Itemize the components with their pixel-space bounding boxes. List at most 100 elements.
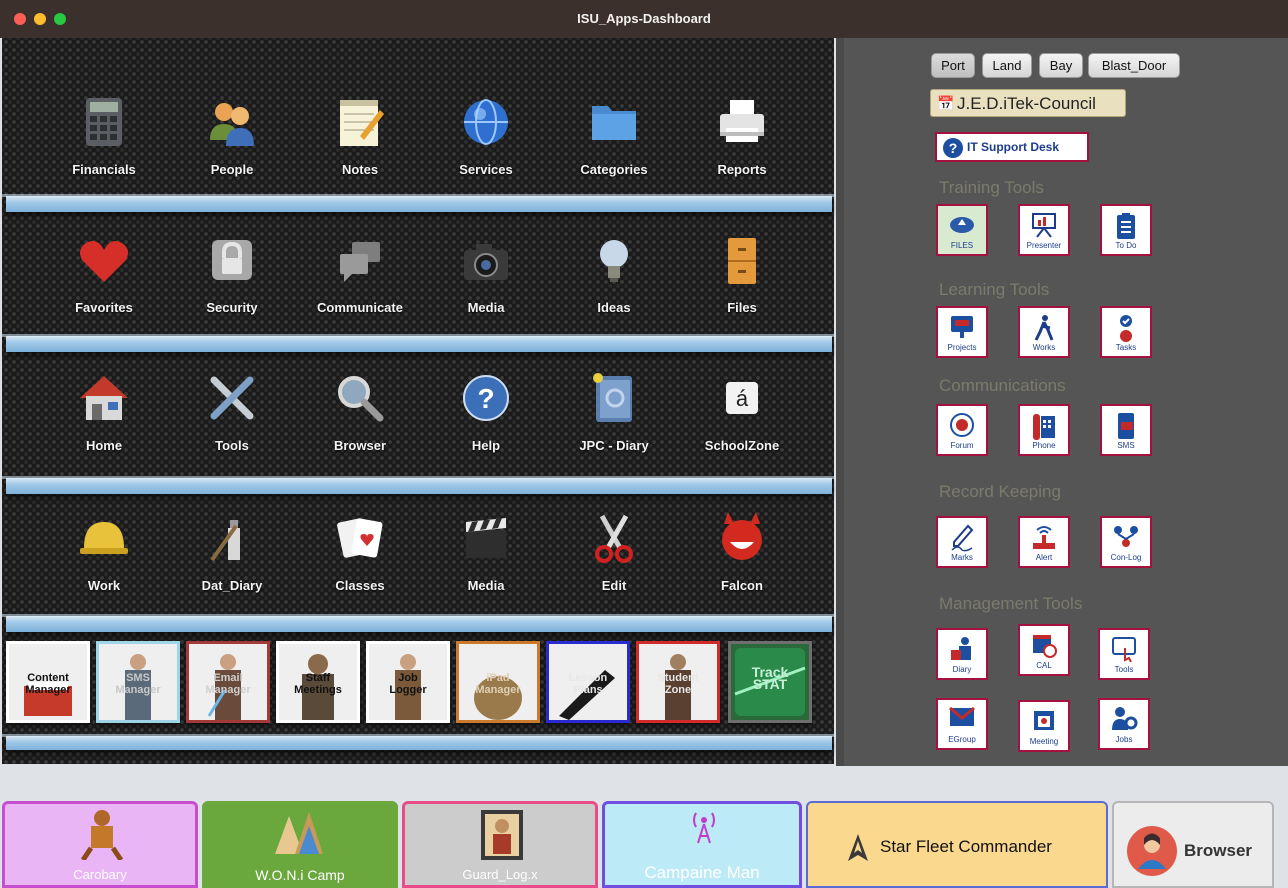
teepee-camp-icon xyxy=(275,812,323,854)
lesson-plans-tile[interactable]: Lesson Plans xyxy=(546,641,630,723)
app-security[interactable]: Security xyxy=(172,230,292,340)
character-key-icon: á xyxy=(726,382,758,414)
dock-label: Browser xyxy=(1184,841,1253,860)
tile-label: Student Zone xyxy=(657,672,699,696)
tool-phone[interactable]: Phone xyxy=(1018,404,1070,456)
tool-diary[interactable]: Diary xyxy=(936,628,988,680)
app-label: Categories xyxy=(580,162,648,177)
app-files[interactable]: Files xyxy=(682,230,802,340)
dock-woni-camp[interactable]: W.O.N.i Camp xyxy=(202,801,398,888)
app-label: Communicate xyxy=(317,300,403,315)
tool-meeting[interactable]: Meeting xyxy=(1018,700,1070,752)
app-label: Dat_Diary xyxy=(201,578,263,593)
staff-meetings-tile[interactable]: Staff Meetings xyxy=(276,641,360,723)
dock-guard-log[interactable]: Guard_Log.x xyxy=(402,801,598,888)
title-bar: ISU_Apps-Dashboard xyxy=(0,0,1288,38)
tool-projects[interactable]: Projects xyxy=(936,306,988,358)
email-manager-tile[interactable]: Email Manager xyxy=(186,641,270,723)
tool-label: Con-Log xyxy=(1110,553,1142,562)
app-ideas[interactable]: Ideas xyxy=(554,230,674,340)
dock-label: W.O.N.i Camp xyxy=(255,867,345,883)
tool-label: Tools xyxy=(1114,665,1134,674)
app-help[interactable]: ? Help xyxy=(426,368,546,478)
router-alert-icon xyxy=(1033,526,1055,549)
app-tools[interactable]: Tools xyxy=(172,368,292,478)
tool-cal[interactable]: CAL xyxy=(1018,624,1070,676)
tool-forum[interactable]: Forum xyxy=(936,404,988,456)
it-support-button[interactable]: ? IT Support Desk xyxy=(935,132,1089,162)
tool-jobs[interactable]: Jobs xyxy=(1098,698,1150,750)
help-circle-icon: ? xyxy=(943,138,963,158)
app-reports[interactable]: Reports xyxy=(682,92,802,202)
app-media-2[interactable]: Media xyxy=(426,508,546,618)
app-dat-diary[interactable]: Dat_Diary xyxy=(172,508,292,618)
grinning-devil-icon xyxy=(722,512,762,560)
dock-carobary[interactable]: Carobary xyxy=(2,801,198,888)
tile-label: Lesson Plans xyxy=(568,672,608,696)
app-categories[interactable]: Categories xyxy=(554,92,674,202)
dock-star-fleet-commander[interactable]: Star Fleet Commander xyxy=(806,801,1108,888)
app-edit[interactable]: Edit xyxy=(554,508,674,618)
app-label: Tools xyxy=(215,438,249,453)
app-label: Browser xyxy=(333,438,387,453)
dock-label: Carobary xyxy=(73,867,127,882)
tile-label: SMS Manager xyxy=(115,672,161,696)
council-button[interactable]: 📅 J.E.D.iTek-Council xyxy=(930,89,1126,117)
app-browser[interactable]: Browser xyxy=(300,368,420,478)
app-services[interactable]: Services xyxy=(426,92,546,202)
tool-tools[interactable]: Tools xyxy=(1098,628,1150,680)
clapperboard-icon xyxy=(466,518,506,558)
app-communicate[interactable]: Communicate xyxy=(300,230,420,340)
tool-files[interactable]: FILES xyxy=(936,204,988,256)
app-label: Falcon xyxy=(721,578,763,593)
app-jpc-diary[interactable]: JPC - Diary xyxy=(554,368,674,478)
app-falcon[interactable]: Falcon xyxy=(682,508,802,618)
ipad-manager-tile[interactable]: iPad Manager xyxy=(456,641,540,723)
app-schoolzone[interactable]: á SchoolZone xyxy=(682,368,802,478)
tool-label: Alert xyxy=(1035,553,1053,562)
app-label: JPC - Diary xyxy=(579,438,649,453)
app-label: Notes xyxy=(341,162,379,177)
segment-bay[interactable]: Bay xyxy=(1039,53,1083,78)
lock-icon xyxy=(212,240,252,280)
tool-label: Jobs xyxy=(1115,735,1133,744)
tool-presenter[interactable]: Presenter xyxy=(1018,204,1070,256)
app-label: Help xyxy=(471,438,501,453)
tool-con-log[interactable]: Con-Log xyxy=(1100,516,1152,568)
tool-egroup[interactable]: EGroup xyxy=(936,698,988,750)
app-people[interactable]: People xyxy=(172,92,292,202)
sms-manager-tile[interactable]: SMS Manager xyxy=(96,641,180,723)
segment-blast-door[interactable]: Blast_Door xyxy=(1088,53,1180,78)
app-home[interactable]: Home xyxy=(44,368,164,478)
job-logger-tile[interactable]: Job Logger xyxy=(366,641,450,723)
app-label: Classes xyxy=(335,578,385,593)
content-manager-tile[interactable]: Content Manager xyxy=(6,641,90,723)
segment-land[interactable]: Land xyxy=(982,53,1032,78)
segment-port[interactable]: Port xyxy=(931,53,975,78)
app-label: People xyxy=(210,162,254,177)
tool-works[interactable]: Works xyxy=(1018,306,1070,358)
shelf-3 xyxy=(2,476,836,494)
app-notes[interactable]: Notes xyxy=(300,92,420,202)
task-check-person-icon xyxy=(1120,315,1132,342)
track-stat-tile[interactable]: Track STAT xyxy=(728,641,812,723)
dock-browser[interactable]: Browser xyxy=(1112,801,1274,888)
calendar-icon: 📅 xyxy=(937,95,955,111)
tool-tasks[interactable]: Tasks xyxy=(1100,306,1152,358)
student-zone-tile[interactable]: Student Zone xyxy=(636,641,720,723)
tool-label: FILES xyxy=(950,241,974,250)
tool-label: Projects xyxy=(947,343,977,352)
window-title: ISU_Apps-Dashboard xyxy=(577,11,711,26)
app-work[interactable]: Work xyxy=(44,508,164,618)
app-financials[interactable]: Financials xyxy=(44,92,164,202)
app-classes[interactable]: Classes xyxy=(300,508,420,618)
tool-todo[interactable]: To Do xyxy=(1100,204,1152,256)
dock-campaine-man[interactable]: Campaine Man xyxy=(602,801,802,888)
app-favorites[interactable]: Favorites xyxy=(44,230,164,340)
app-media[interactable]: Media xyxy=(426,230,546,340)
tool-marks[interactable]: Marks xyxy=(936,516,988,568)
tool-sms[interactable]: SMS xyxy=(1100,404,1152,456)
tool-alert[interactable]: Alert xyxy=(1018,516,1070,568)
house-icon xyxy=(80,376,128,420)
warrior-figure-icon xyxy=(80,810,124,860)
